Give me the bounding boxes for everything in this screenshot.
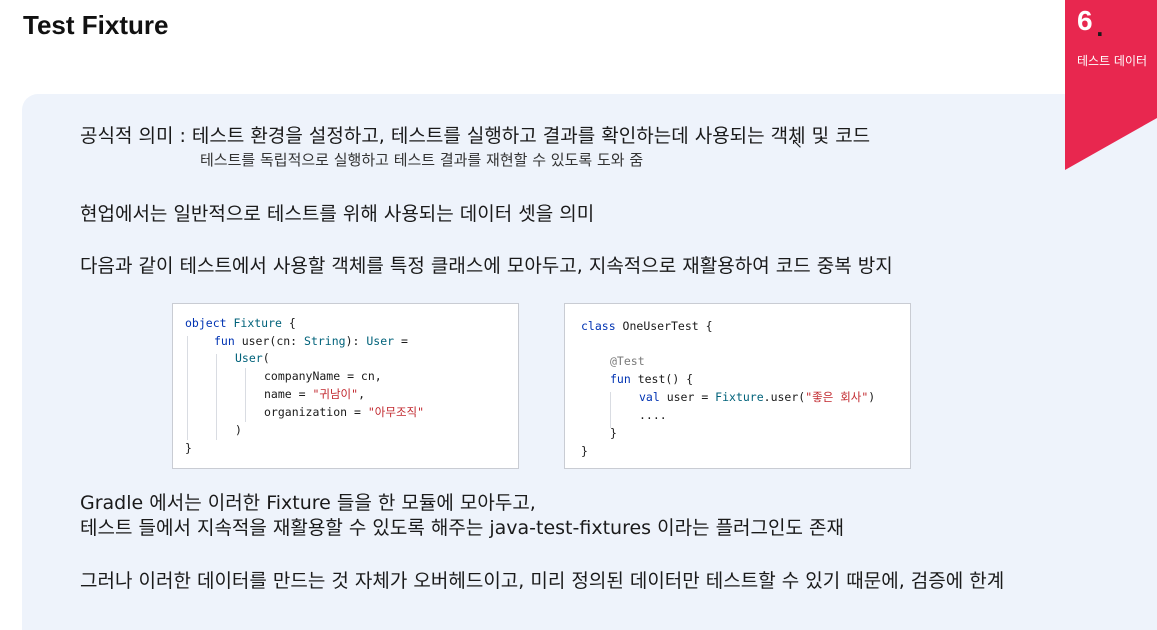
definition-subline: 테스트를 독립적으로 실행하고 테스트 결과를 재현할 수 있도록 도와 줌: [200, 151, 644, 169]
code-line: }: [610, 426, 617, 440]
code-line: }: [581, 444, 588, 458]
code-line: fun test() {: [610, 372, 694, 386]
code-line: name = "귀남이",: [264, 387, 365, 401]
limitation-line: 그러나 이러한 데이터를 만드는 것 자체가 오버헤드이고, 미리 정의된 데이…: [80, 570, 1005, 592]
code-line: User(: [235, 351, 270, 365]
section-badge: 6 . 테스트 데이터: [1065, 0, 1157, 170]
code-line: fun user(cn: String): User =: [214, 334, 408, 348]
code-line: ....: [639, 408, 667, 422]
code-line: @Test: [610, 354, 645, 368]
section-number: 6: [1077, 5, 1093, 36]
indent-guide: [216, 354, 217, 440]
code-line: organization = "아무조직": [264, 405, 425, 419]
code-line: ): [235, 423, 242, 437]
code-line: object Fixture {: [185, 316, 296, 330]
gradle-line: Gradle 에서는 이러한 Fixture 들을 한 모듈에 모아두고,: [80, 492, 536, 514]
code-line: }: [185, 441, 192, 455]
test-code-block: class OneUserTest { @Test fun test() { v…: [564, 303, 911, 469]
section-label: 테스트 데이터: [1077, 54, 1148, 68]
section-dot: .: [1096, 17, 1104, 41]
code-line: class OneUserTest {: [581, 319, 713, 333]
mouse-cursor-icon: ↖: [791, 136, 803, 152]
fixture-code-block: object Fixture { fun user(cn: String): U…: [172, 303, 519, 469]
reuse-line: 다음과 같이 테스트에서 사용할 객체를 특정 클래스에 모아두고, 지속적으로…: [80, 255, 893, 277]
code-line: companyName = cn,: [264, 369, 382, 383]
indent-guide: [610, 392, 611, 428]
definition-line: 공식적 의미 : 테스트 환경을 설정하고, 테스트를 실행하고 결과를 확인하…: [80, 125, 871, 147]
gradle-plugin-line: 테스트 들에서 지속적을 재활용할 수 있도록 해주는 java-test-fi…: [80, 517, 844, 539]
indent-guide: [245, 368, 246, 422]
slide-title: Test Fixture: [23, 10, 169, 40]
code-line: val user = Fixture.user("좋은 회사"): [639, 390, 876, 404]
industry-meaning-line: 현업에서는 일반적으로 테스트를 위해 사용되는 데이터 셋을 의미: [80, 203, 595, 225]
indent-guide: [187, 336, 188, 440]
